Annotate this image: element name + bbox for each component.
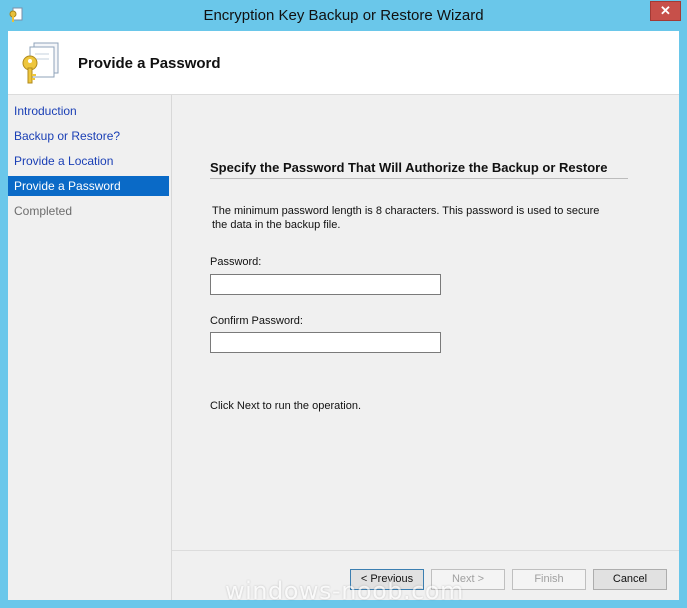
wizard-header: Provide a Password	[8, 31, 679, 95]
previous-button[interactable]: < Previous	[350, 569, 424, 590]
description-text: The minimum password length is 8 charact…	[212, 204, 602, 232]
nav-item-provide-password[interactable]: Provide a Password	[8, 176, 169, 196]
wizard-window: Encryption Key Backup or Restore Wizard …	[0, 0, 687, 608]
wizard-content: Specify the Password That Will Authorize…	[172, 95, 679, 600]
wizard-step-nav: Introduction Backup or Restore? Provide …	[8, 95, 172, 600]
title-bar[interactable]: Encryption Key Backup or Restore Wizard …	[0, 0, 687, 32]
close-button[interactable]: ✕	[650, 1, 681, 21]
confirm-password-label: Confirm Password:	[210, 315, 303, 327]
password-field[interactable]	[210, 274, 441, 295]
next-button: Next >	[431, 569, 505, 590]
nav-item-backup-or-restore[interactable]: Backup or Restore?	[8, 126, 169, 146]
section-title: Specify the Password That Will Authorize…	[210, 160, 608, 175]
nav-item-introduction[interactable]: Introduction	[8, 101, 169, 121]
document-key-icon	[22, 42, 59, 84]
page-title: Provide a Password	[78, 55, 221, 72]
instruction-text: Click Next to run the operation.	[210, 400, 362, 412]
nav-item-provide-location[interactable]: Provide a Location	[8, 151, 169, 171]
cancel-button[interactable]: Cancel	[593, 569, 667, 590]
wizard-client-area: Provide a Password Introduction Backup o…	[8, 31, 679, 600]
description-line-2: the data in the backup file.	[212, 219, 341, 231]
window-title: Encryption Key Backup or Restore Wizard	[203, 7, 484, 24]
password-label: Password:	[210, 256, 262, 268]
section-divider	[210, 178, 628, 179]
footer-divider	[172, 550, 679, 551]
nav-item-completed: Completed	[14, 204, 73, 218]
confirm-password-field[interactable]	[210, 332, 441, 353]
finish-button: Finish	[512, 569, 586, 590]
description-line-1: The minimum password length is 8 charact…	[212, 205, 600, 217]
